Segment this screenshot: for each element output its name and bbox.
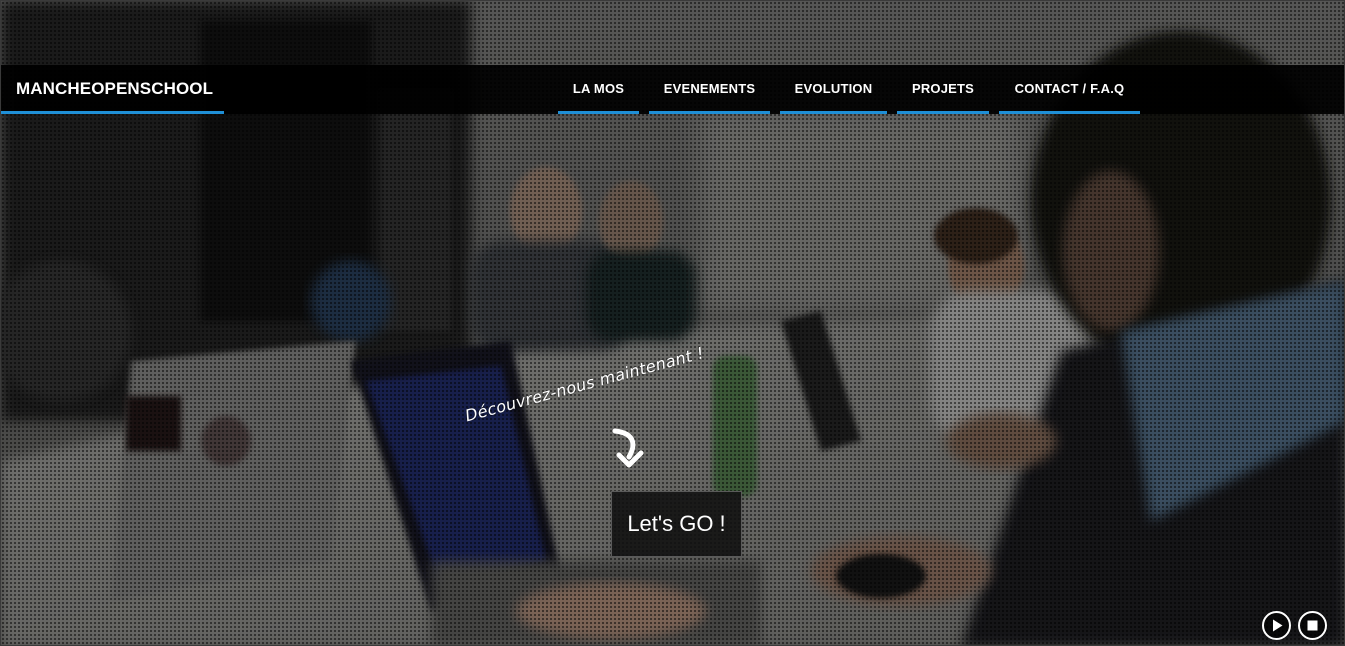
nav-item-projets[interactable]: PROJETS [897, 65, 989, 114]
lets-go-button[interactable]: Let's GO ! [611, 491, 742, 557]
brand-logo-link[interactable]: MANCHEOPENSCHOOL [1, 65, 224, 114]
curved-arrow-down-icon [607, 425, 651, 469]
slideshow-stop-button[interactable] [1298, 611, 1327, 640]
page: MANCHEOPENSCHOOL LA MOS EVENEMENTS EVOLU… [0, 0, 1345, 646]
play-icon [1273, 619, 1283, 632]
slideshow-play-button[interactable] [1262, 611, 1291, 640]
nav-item-evenements[interactable]: EVENEMENTS [649, 65, 770, 114]
stop-icon [1307, 620, 1318, 631]
nav-item-contact-faq[interactable]: CONTACT / F.A.Q [999, 65, 1140, 114]
navbar: MANCHEOPENSCHOOL LA MOS EVENEMENTS EVOLU… [1, 65, 1344, 114]
nav-item-evolution[interactable]: EVOLUTION [780, 65, 887, 114]
nav-item-la-mos[interactable]: LA MOS [558, 65, 639, 114]
